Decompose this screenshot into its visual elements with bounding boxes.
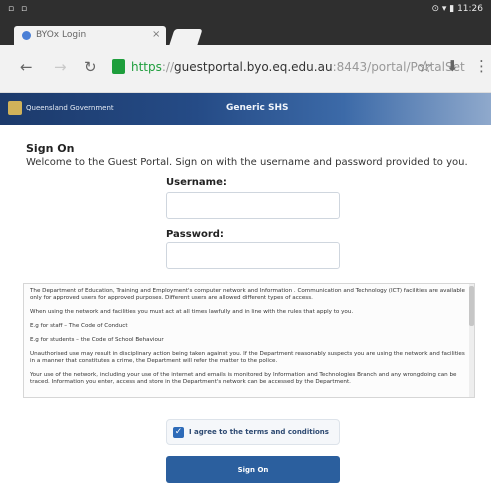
terms-paragraph: E.g for staff – The Code of Conduct	[30, 323, 128, 329]
back-arrow-icon[interactable]: ←	[20, 58, 33, 76]
sign-on-button[interactable]: Sign On	[166, 456, 340, 483]
download-icon[interactable]: ⬇	[446, 57, 459, 75]
tab-close-icon[interactable]: ×	[152, 29, 160, 40]
terms-paragraph: E.g for students – the Code of School Be…	[30, 337, 164, 343]
government-crest-icon	[8, 101, 22, 115]
url-separator: ://	[161, 60, 175, 74]
status-bar: ▫ ▫ ⊙ ▾ ▮ 11:26	[0, 0, 491, 24]
site-header: Queensland Government Generic SHS	[0, 93, 491, 125]
reload-icon[interactable]: ↻	[84, 58, 97, 76]
favicon-icon	[22, 31, 31, 40]
agree-terms-label[interactable]: I agree to the terms and conditions	[189, 428, 329, 436]
overflow-menu-icon[interactable]: ⋮	[474, 57, 489, 75]
url-scheme: https	[131, 60, 162, 74]
url-host: guestportal.byo.eq.edu.au	[174, 60, 333, 74]
government-name: Queensland Government	[26, 104, 114, 112]
status-right-info: ⊙ ▾ ▮ 11:26	[431, 4, 483, 14]
agree-terms-checkbox-row[interactable]: ✓ I agree to the terms and conditions	[166, 419, 340, 445]
username-field[interactable]	[166, 192, 340, 219]
terms-paragraph: Unauthorised use may result in disciplin…	[30, 351, 465, 364]
terms-scrollbar[interactable]	[469, 284, 474, 397]
secure-lock-icon[interactable]	[112, 59, 125, 74]
password-field[interactable]	[166, 242, 340, 269]
tab-title: BYOx Login	[36, 30, 87, 40]
password-label: Password:	[166, 229, 224, 240]
terms-panel[interactable]: The Department of Education, Training an…	[23, 283, 475, 398]
username-label: Username:	[166, 177, 227, 188]
bookmark-star-icon[interactable]: ☆	[418, 57, 432, 76]
address-bar: ← → ↻ https://guestportal.byo.eq.edu.au:…	[0, 45, 491, 93]
terms-paragraph: Your use of the network, including your …	[30, 372, 457, 385]
site-name: Generic SHS	[226, 103, 289, 113]
checkbox-checked-icon[interactable]: ✓	[173, 427, 184, 438]
terms-scroll-thumb[interactable]	[469, 286, 474, 326]
tab-strip: BYOx Login ×	[0, 24, 491, 45]
terms-paragraph: The Department of Education, Training an…	[30, 288, 465, 301]
new-tab-button[interactable]	[169, 29, 203, 45]
welcome-text: Welcome to the Guest Portal. Sign on wit…	[26, 157, 468, 168]
forward-arrow-icon[interactable]: →	[54, 58, 67, 76]
tab-byox-login[interactable]: BYOx Login ×	[14, 26, 166, 45]
status-left-icons: ▫ ▫	[8, 4, 30, 14]
page-title: Sign On	[26, 142, 75, 155]
url-field[interactable]: https://guestportal.byo.eq.edu.au:8443/p…	[131, 60, 465, 74]
terms-paragraph: When using the network and facilities yo…	[30, 309, 354, 315]
url-path: :8443/portal/PortalSet	[332, 60, 465, 74]
